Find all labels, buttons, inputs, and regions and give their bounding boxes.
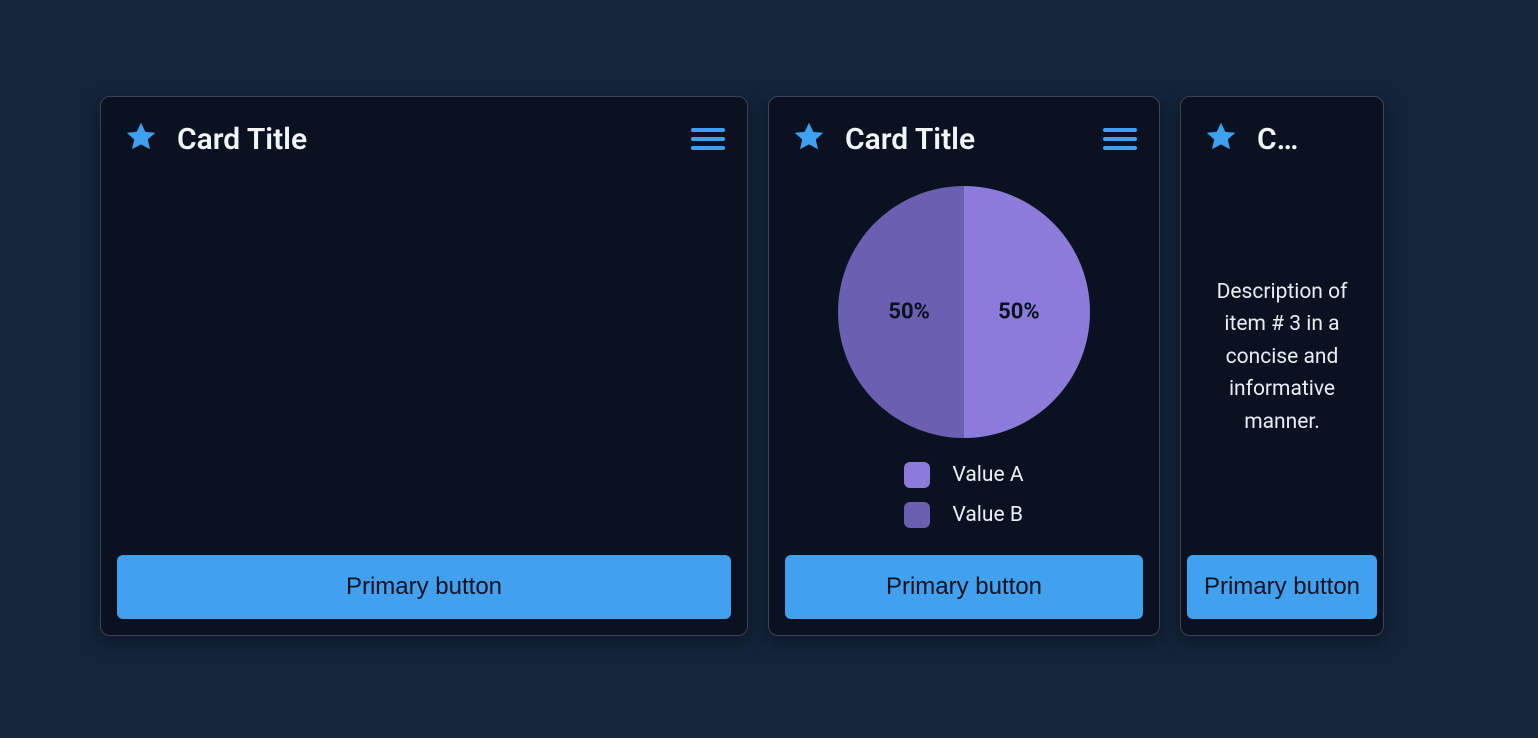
primary-button[interactable]: Primary button [785,555,1143,619]
pie-label-left: 50% [888,300,930,325]
pie-legend: Value A Value B [904,462,1023,528]
pie-chart: 50% 50% [838,186,1090,438]
pie-label-right: 50% [998,300,1040,325]
card-body-empty [117,159,731,555]
legend-label: Value A [952,463,1023,487]
star-icon [791,119,827,159]
card-description: Description of item # 3 in a concise and… [1201,276,1363,439]
primary-button[interactable]: Primary button [1187,555,1377,619]
star-icon [1203,119,1239,159]
card-title: Card Title [177,122,673,157]
primary-button[interactable]: Primary button [117,555,731,619]
card-title: C… [1257,122,1361,157]
legend-item: Value A [904,462,1023,488]
legend-swatch-a [904,462,930,488]
menu-icon[interactable] [1103,124,1137,154]
card-title: Card Title [845,122,1085,157]
card-header: C… [1197,113,1367,159]
star-icon [123,119,159,159]
legend-swatch-b [904,502,930,528]
pie-slices [838,186,1090,438]
legend-label: Value B [952,503,1022,527]
card-2: Card Title 50% 50% Value A Value B Prima… [768,96,1160,636]
card-3: C… Description of item # 3 in a concise … [1180,96,1384,636]
card-body-text: Description of item # 3 in a concise and… [1197,159,1367,555]
card-1: Card Title Primary button [100,96,748,636]
legend-item: Value B [904,502,1023,528]
card-header: Card Title [785,113,1143,159]
card-body-chart: 50% 50% Value A Value B [785,159,1143,555]
card-header: Card Title [117,113,731,159]
menu-icon[interactable] [691,124,725,154]
